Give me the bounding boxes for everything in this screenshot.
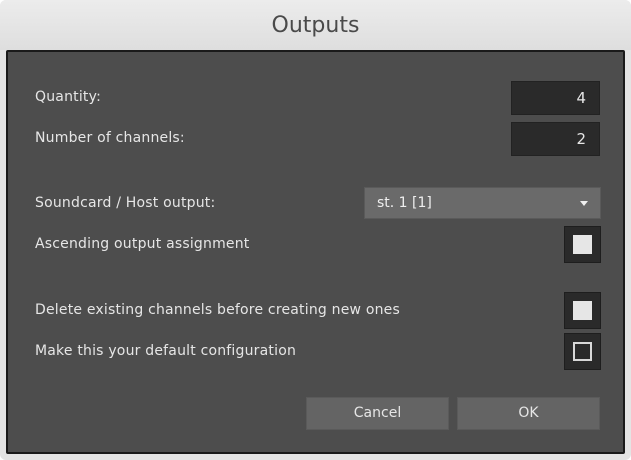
- delete-existing-label: Delete existing channels before creating…: [35, 302, 400, 318]
- soundcard-selected: st. 1 [1]: [377, 195, 432, 211]
- soundcard-label: Soundcard / Host output:: [35, 195, 216, 211]
- checkbox-fill: [573, 301, 592, 320]
- checkbox-fill: [573, 235, 592, 254]
- outputs-dialog: Outputs Quantity: 4 Number of channels: …: [0, 0, 631, 460]
- outputs-panel: Quantity: 4 Number of channels: 2 Soundc…: [6, 50, 625, 454]
- ok-button[interactable]: OK: [457, 397, 600, 430]
- default-config-checkbox[interactable]: [564, 333, 601, 370]
- ascending-label: Ascending output assignment: [35, 236, 250, 252]
- triangle-down-icon: [580, 201, 588, 206]
- channels-label: Number of channels:: [35, 130, 185, 146]
- soundcard-dropdown[interactable]: st. 1 [1]: [364, 187, 601, 219]
- delete-existing-checkbox[interactable]: [564, 292, 601, 329]
- cancel-button[interactable]: Cancel: [306, 397, 449, 430]
- quantity-label: Quantity:: [35, 89, 101, 105]
- dialog-title: Outputs: [0, 0, 631, 50]
- default-config-label: Make this your default configuration: [35, 343, 297, 359]
- quantity-field[interactable]: 4: [511, 81, 600, 115]
- channels-field[interactable]: 2: [511, 122, 600, 156]
- checkbox-outline: [573, 342, 592, 361]
- ascending-checkbox[interactable]: [564, 226, 601, 263]
